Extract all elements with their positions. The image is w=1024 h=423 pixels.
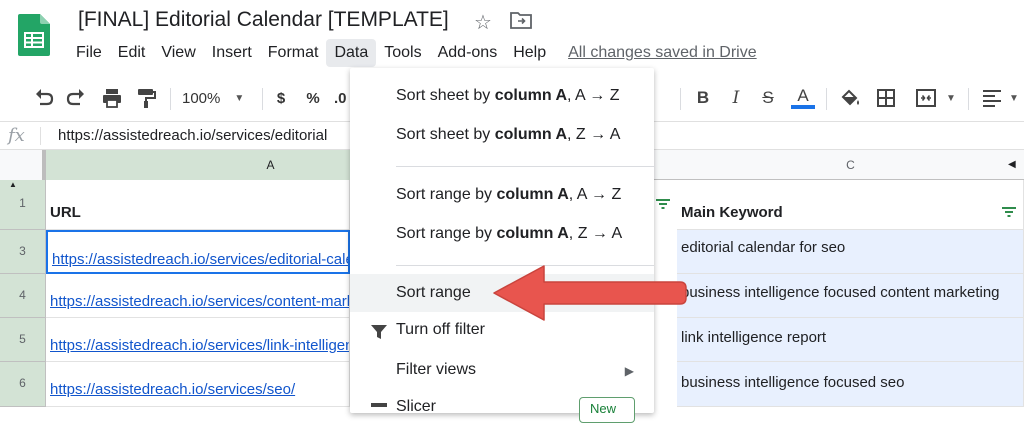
chevron-down-icon: ▼ (946, 92, 956, 104)
align-left-icon (983, 90, 1002, 107)
merge-cells-icon (916, 89, 937, 107)
strikethrough-icon[interactable]: S (758, 86, 778, 110)
menu-help[interactable]: Help (505, 39, 554, 67)
url-link[interactable]: https://assistedreach.io/services/editor… (52, 251, 348, 268)
row-header-1[interactable]: 1 (0, 180, 46, 230)
fill-color-icon[interactable] (838, 86, 862, 110)
cell-c6[interactable]: business intelligence focused seo (677, 362, 1024, 407)
menu-view[interactable]: View (153, 39, 203, 67)
redo-icon[interactable] (64, 86, 88, 110)
filter-icon[interactable] (1001, 206, 1017, 218)
url-link[interactable]: https://assistedreach.io/services/conten… (50, 293, 349, 310)
star-icon[interactable]: ☆ (474, 10, 492, 35)
cell-a4[interactable]: https://assistedreach.io/services/conten… (46, 274, 350, 318)
zoom-select[interactable]: 100% ▼ (182, 86, 252, 110)
undo-icon[interactable] (32, 86, 56, 110)
cell-a1[interactable]: URL (46, 180, 350, 230)
toolbar-separator (262, 88, 263, 110)
menu-item-filter-views[interactable]: Filter views (396, 361, 476, 379)
text-color-icon[interactable]: A (790, 86, 816, 110)
formula-input[interactable]: https://assistedreach.io/services/editor… (58, 127, 327, 144)
header: [FINAL] Editorial Calendar [TEMPLATE] ☆ … (0, 0, 1024, 74)
currency-format-button[interactable]: $ (272, 86, 290, 110)
row-header-5[interactable]: 5 (0, 318, 46, 362)
submenu-arrow-icon: ▶ (624, 364, 634, 378)
menu-separator (396, 166, 654, 167)
menu-item-sort-range[interactable]: Sort range (396, 284, 471, 302)
menu-data[interactable]: Data (326, 39, 377, 67)
row-header-6[interactable]: 6 (0, 362, 46, 407)
menu-item-slicer[interactable]: Slicer (396, 398, 436, 416)
toolbar-separator (968, 88, 969, 110)
menu-item-sort-sheet-za[interactable]: Sort sheet by column A, Z → A (396, 126, 620, 144)
chevron-down-icon: ▼ (1009, 92, 1019, 104)
new-badge: New (579, 397, 635, 423)
toolbar-separator (826, 88, 827, 110)
paint-format-icon[interactable] (134, 86, 158, 110)
menu-format[interactable]: Format (260, 39, 327, 67)
row-header-3[interactable]: 3 (0, 230, 46, 274)
chevron-down-icon: ▼ (234, 92, 245, 104)
cell-c4[interactable]: business intelligence focused content ma… (677, 274, 1024, 318)
toolbar-separator (680, 88, 681, 110)
cell-c3[interactable]: editorial calendar for seo (677, 230, 1024, 274)
horizontal-align-button[interactable]: ▼ (978, 86, 1022, 110)
toolbar-separator (170, 88, 171, 110)
url-link[interactable]: https://assistedreach.io/services/seo/ (50, 381, 295, 398)
merge-cells-button[interactable]: ▼ (910, 86, 960, 110)
data-menu-dropdown: Sort sheet by column A, A → Z Sort sheet… (350, 68, 654, 423)
filter-icon[interactable] (655, 198, 671, 210)
freeze-handle-icon[interactable]: ▲ (9, 180, 17, 189)
percent-format-button[interactable]: % (304, 86, 322, 110)
bold-icon[interactable]: B (693, 86, 713, 110)
slicer-icon (371, 403, 387, 407)
cell-a5[interactable]: https://assistedreach.io/services/link-i… (46, 318, 350, 362)
move-to-folder-icon[interactable] (510, 11, 532, 29)
cell-c1[interactable]: Main Keyword (677, 180, 1024, 230)
cell-a3[interactable]: https://assistedreach.io/services/editor… (46, 230, 350, 274)
cell-a6[interactable]: https://assistedreach.io/services/seo/ (46, 362, 350, 407)
row-header-4[interactable]: 4 (0, 274, 46, 318)
select-all-corner[interactable] (0, 150, 46, 180)
menu-add-ons[interactable]: Add-ons (430, 39, 506, 67)
menu-bar: File Edit View Insert Format Data Tools … (68, 38, 757, 68)
menu-item-sort-range-za[interactable]: Sort range by column A, Z → A (396, 225, 622, 243)
italic-icon[interactable]: I (726, 86, 746, 110)
borders-icon[interactable] (874, 86, 898, 110)
funnel-icon (371, 325, 387, 339)
menu-item-sort-sheet-az[interactable]: Sort sheet by column A, A → Z (396, 87, 619, 105)
column-header-c[interactable]: C (677, 150, 1024, 180)
fx-icon: fx (8, 125, 25, 146)
menu-edit[interactable]: Edit (110, 39, 154, 67)
save-status-link[interactable]: All changes saved in Drive (568, 44, 757, 62)
annotation-arrow-icon (493, 265, 687, 321)
document-title[interactable]: [FINAL] Editorial Calendar [TEMPLATE] (78, 8, 449, 32)
cell-c5[interactable]: link intelligence report (677, 318, 1024, 362)
decrease-decimal-button[interactable]: .0 (334, 86, 350, 110)
scroll-left-icon[interactable]: ◀ (1008, 159, 1016, 170)
formula-separator (40, 127, 41, 145)
print-icon[interactable] (100, 86, 124, 110)
menu-file[interactable]: File (68, 39, 110, 67)
url-link[interactable]: https://assistedreach.io/services/link-i… (50, 337, 349, 354)
menu-insert[interactable]: Insert (204, 39, 260, 67)
sheets-logo-icon[interactable] (18, 14, 50, 56)
menu-item-turn-off-filter[interactable]: Turn off filter (396, 321, 485, 339)
menu-item-sort-range-az[interactable]: Sort range by column A, A → Z (396, 186, 621, 204)
menu-tools[interactable]: Tools (376, 39, 429, 67)
